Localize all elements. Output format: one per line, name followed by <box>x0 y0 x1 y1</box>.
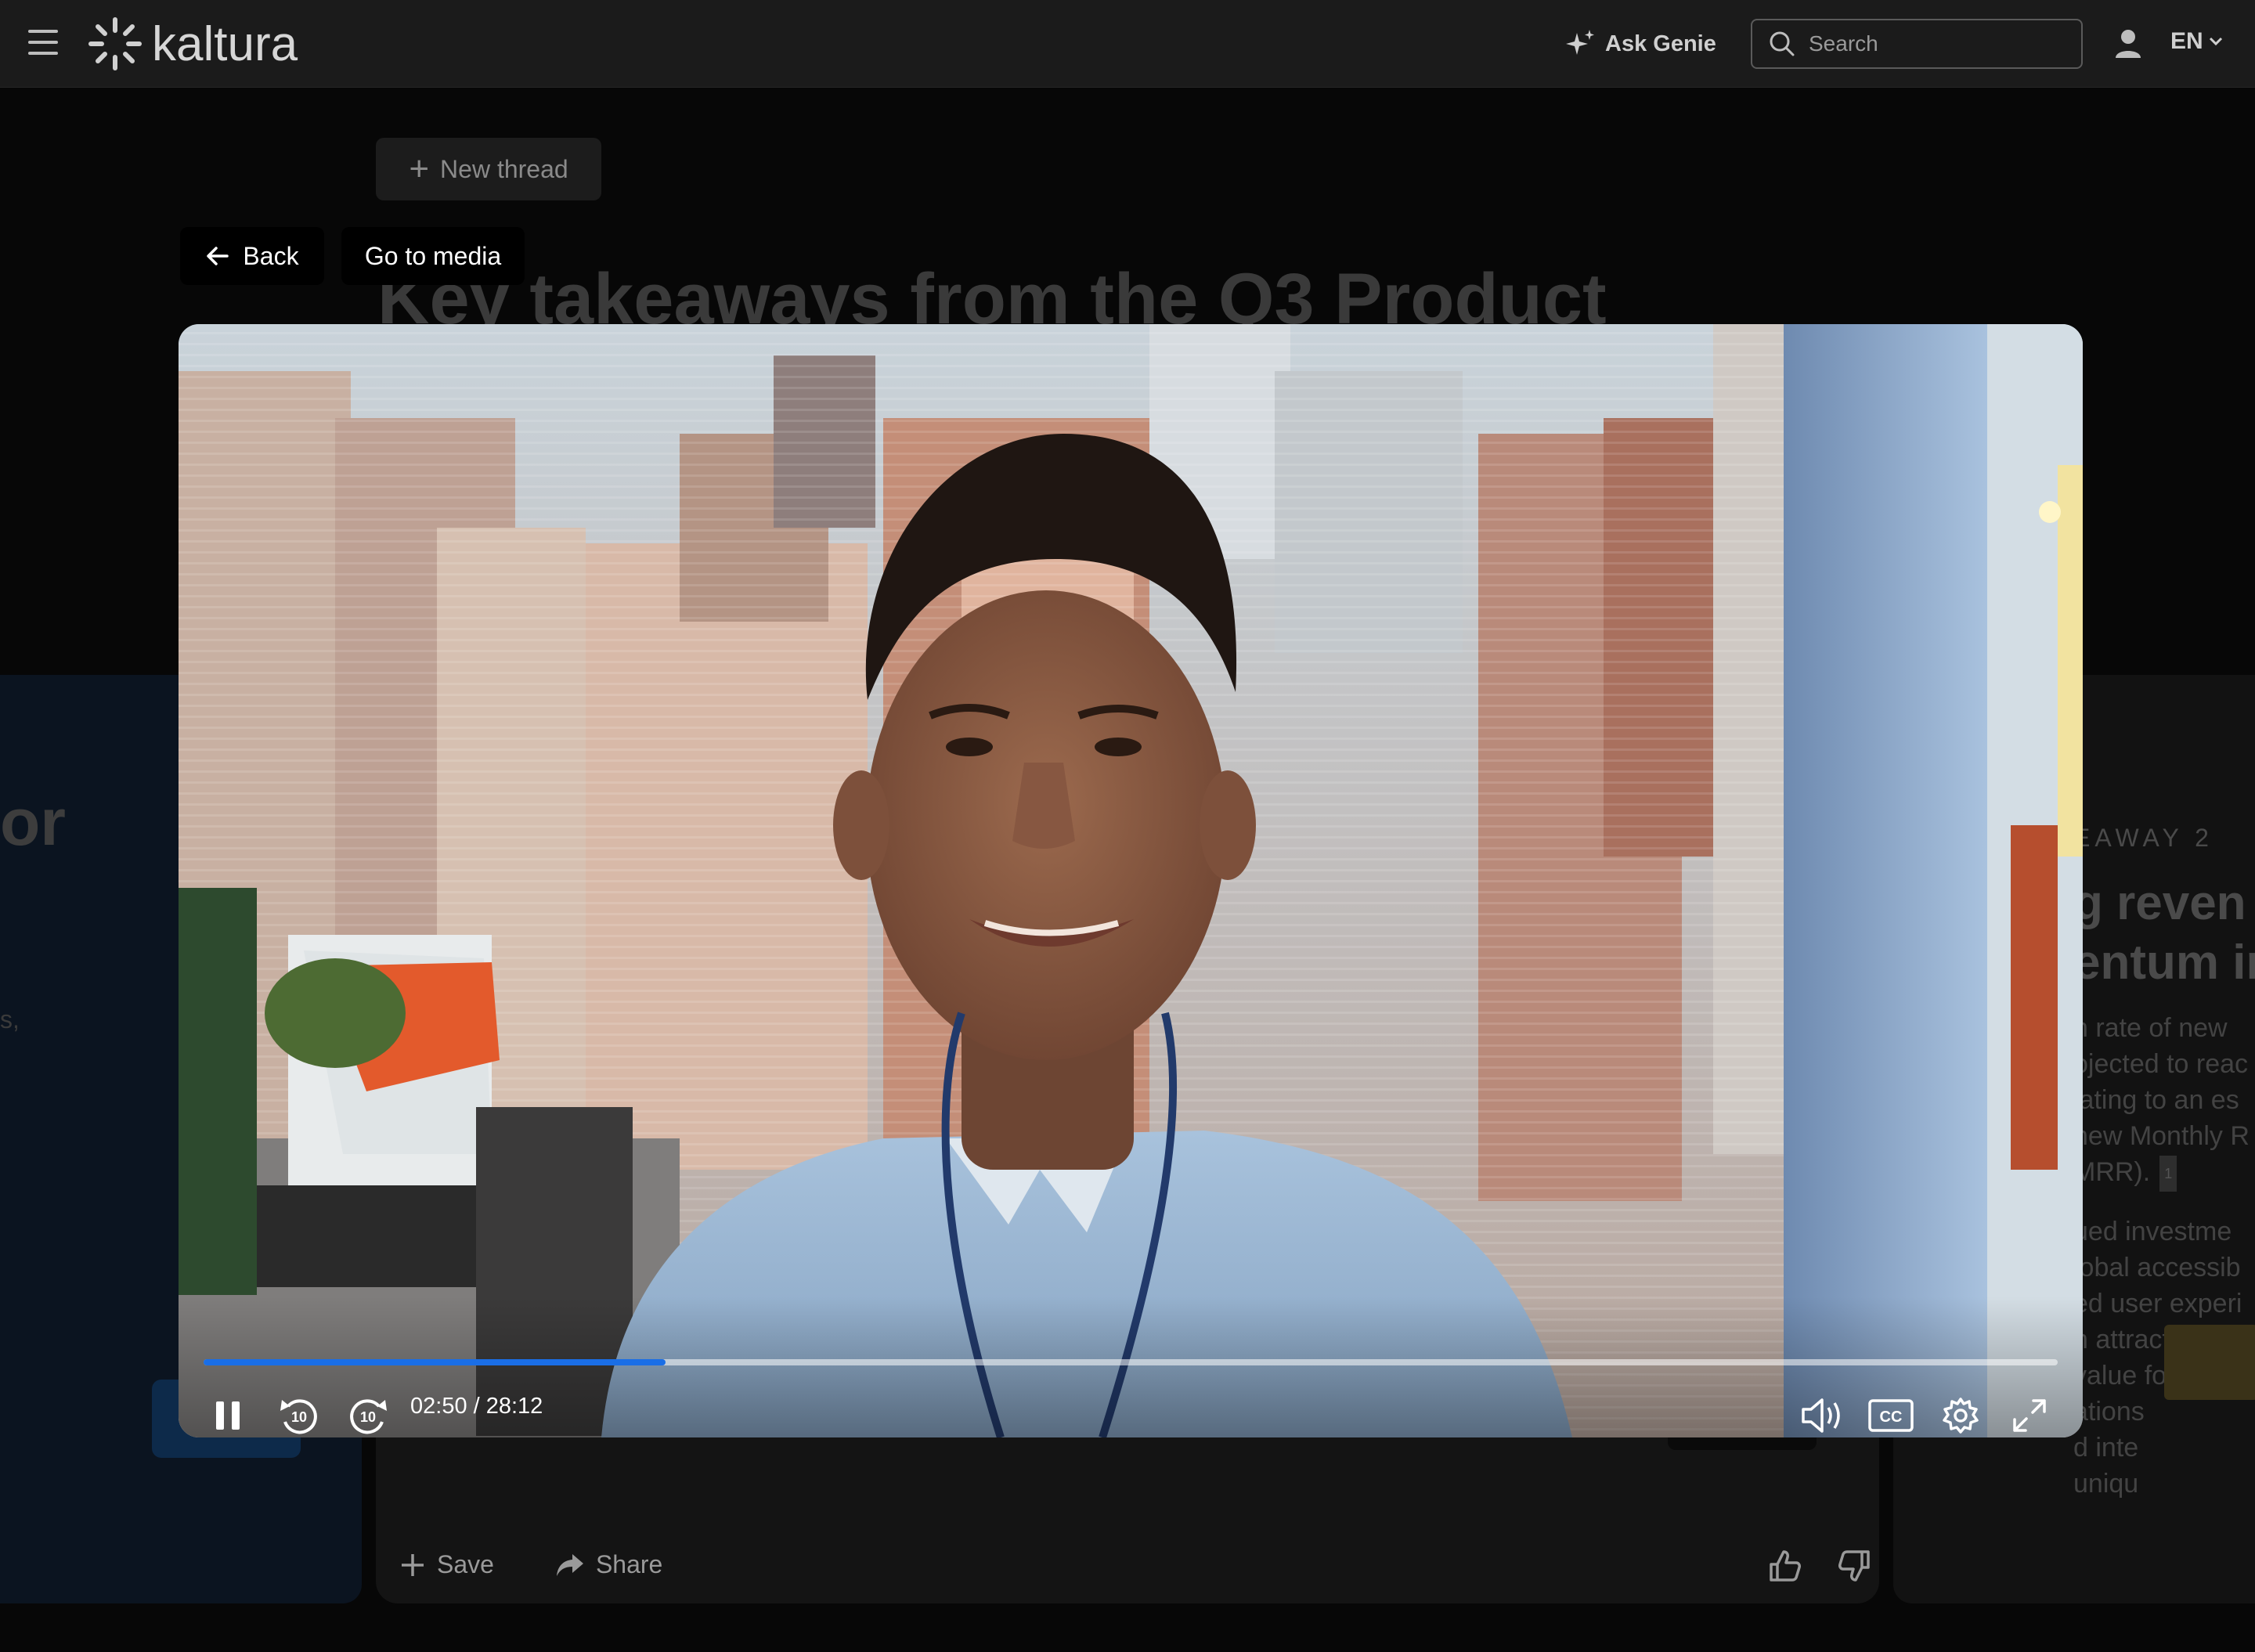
search-box[interactable] <box>1751 19 2083 69</box>
paragraph-line: lobal accessib <box>2073 1253 2241 1283</box>
forward-10-button[interactable]: 10 <box>343 1387 393 1437</box>
paragraph-line-text: MRR). <box>2073 1157 2151 1187</box>
card-text-fragment: s, <box>0 1005 20 1033</box>
share-label: Share <box>595 1550 663 1578</box>
save-label: Save <box>437 1550 494 1578</box>
cc-icon: CC <box>1868 1399 1914 1432</box>
sparkle-icon <box>1566 30 1594 55</box>
arrow-left-icon <box>207 247 229 265</box>
ask-genie-button[interactable]: Ask Genie <box>1563 28 1716 60</box>
language-label: EN <box>2170 28 2203 54</box>
chevron-down-icon <box>2209 37 2222 46</box>
rewind-10-icon: 10 <box>280 1399 317 1434</box>
video-frame <box>179 324 2083 1437</box>
citation-badge[interactable]: 1 <box>2159 1156 2177 1192</box>
footer-actions: Save Share <box>399 1550 662 1579</box>
top-header: kaltura Ask Genie EN <box>0 0 2255 88</box>
plus-icon <box>402 1553 424 1576</box>
takeaway-label: EAWAY 2 <box>2073 824 2214 852</box>
paragraph-line: lating to an es <box>2073 1085 2239 1115</box>
paragraph-line: MRR). 1 <box>2073 1154 2250 1192</box>
thumbs-down-icon[interactable] <box>1835 1547 1873 1585</box>
takeaway-heading-line: entum in <box>2073 936 2255 990</box>
forward-10-value: 10 <box>360 1409 376 1425</box>
pause-button[interactable] <box>207 1387 251 1437</box>
go-to-media-label: Go to media <box>364 241 502 270</box>
paragraph-line: ojected to reac <box>2073 1049 2249 1079</box>
kaltura-logo[interactable]: kaltura <box>86 16 298 72</box>
card-heading-fragment: or <box>0 785 66 859</box>
media-thumbnail[interactable] <box>2164 1325 2255 1400</box>
save-button[interactable]: Save <box>399 1550 494 1579</box>
new-thread-label: New thread <box>440 154 568 183</box>
thumbs-up-icon[interactable] <box>1766 1547 1804 1585</box>
paragraph-line: d inte <box>2073 1433 2139 1463</box>
time-display: 02:50 / 28:12 <box>410 1394 543 1419</box>
forward-10-icon: 10 <box>350 1399 387 1434</box>
takeaway-heading-line: g reven <box>2073 876 2246 930</box>
kaltura-logo-icon <box>88 17 142 70</box>
video-player[interactable]: 10 10 02:50 / 28:12 CC <box>179 324 2083 1437</box>
language-selector[interactable]: EN <box>2170 28 2224 55</box>
go-to-media-button[interactable]: Go to media <box>341 227 525 285</box>
share-button[interactable]: Share <box>555 1550 662 1579</box>
progress-fill <box>204 1359 666 1365</box>
search-icon <box>1770 31 1795 56</box>
feedback-buttons <box>1766 1547 1873 1585</box>
back-label: Back <box>243 241 299 270</box>
plus-icon: + <box>409 150 430 188</box>
search-input[interactable] <box>1807 31 2066 57</box>
progress-bar[interactable] <box>204 1359 2058 1365</box>
takeaway-paragraph: h rate of new ojected to reac lating to … <box>2073 1010 2250 1502</box>
share-icon <box>556 1553 583 1576</box>
volume-icon <box>1802 1398 1840 1433</box>
rewind-10-value: 10 <box>291 1409 307 1425</box>
paragraph-line: new Monthly R <box>2073 1121 2250 1151</box>
expand-icon <box>2013 1399 2046 1432</box>
takeaway-heading: g reven entum in <box>2073 874 2255 993</box>
rewind-10-button[interactable]: 10 <box>274 1387 324 1437</box>
ask-genie-label: Ask Genie <box>1605 31 1716 56</box>
gear-icon <box>1943 1398 1979 1434</box>
pause-icon <box>216 1401 240 1430</box>
menu-icon[interactable] <box>28 30 58 55</box>
cc-label: CC <box>1880 1409 1903 1426</box>
paragraph-line: ed user experi <box>2073 1289 2242 1319</box>
paragraph-line: uniqu <box>2073 1469 2139 1499</box>
captions-button[interactable]: CC <box>1865 1387 1917 1437</box>
paragraph-line: h rate of new <box>2073 1013 2228 1043</box>
settings-button[interactable] <box>1936 1387 1986 1437</box>
app-name: kaltura <box>152 16 298 71</box>
user-icon[interactable] <box>2114 28 2142 60</box>
new-thread-button[interactable]: + New thread <box>376 138 601 200</box>
fullscreen-button[interactable] <box>2006 1387 2053 1437</box>
volume-button[interactable] <box>1796 1387 1851 1437</box>
paragraph-line: ued investme <box>2073 1217 2232 1247</box>
back-button[interactable]: Back <box>180 227 324 285</box>
